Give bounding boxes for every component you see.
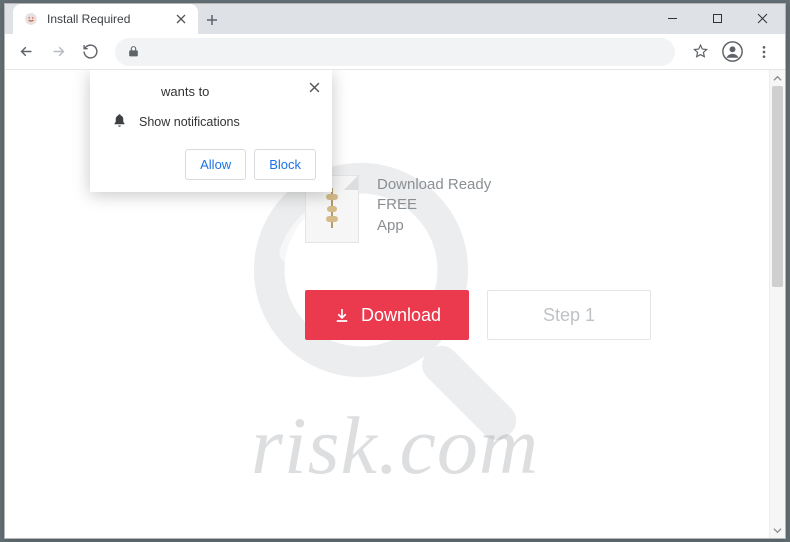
- window-controls: [650, 4, 785, 32]
- bell-icon: [112, 113, 127, 131]
- popup-actions: Allow Block: [106, 149, 316, 180]
- ready-line3: App: [377, 216, 491, 236]
- tab-close-icon[interactable]: [174, 12, 188, 26]
- notification-permission-popup: wants to Show notifications Allow Block: [90, 70, 332, 192]
- tab-title: Install Required: [47, 12, 166, 26]
- popup-permission-row: Show notifications: [106, 113, 316, 131]
- reload-button[interactable]: [75, 37, 105, 67]
- watermark-text: risk.com: [251, 399, 539, 493]
- scroll-up-icon[interactable]: [770, 70, 785, 86]
- vertical-scrollbar[interactable]: [769, 70, 785, 538]
- scroll-track[interactable]: [770, 86, 785, 522]
- browser-tab-active[interactable]: Install Required: [13, 4, 198, 34]
- lock-icon: [125, 44, 141, 60]
- scroll-thumb[interactable]: [772, 86, 783, 287]
- permission-label: Show notifications: [139, 115, 240, 129]
- browser-window: Install Required: [4, 3, 786, 539]
- scroll-down-icon[interactable]: [770, 522, 785, 538]
- download-ready-text: Download Ready FREE App: [377, 175, 491, 236]
- ready-line2: FREE: [377, 195, 491, 215]
- tab-favicon: [23, 11, 39, 27]
- download-arrow-icon: [333, 306, 351, 324]
- browser-toolbar: [5, 34, 785, 70]
- block-button[interactable]: Block: [254, 149, 316, 180]
- download-button-label: Download: [361, 305, 441, 326]
- page-viewport: risk.com Download Ready FREE App Downloa…: [5, 70, 785, 538]
- address-bar[interactable]: [115, 38, 675, 66]
- window-close-button[interactable]: [740, 4, 785, 32]
- step-button-label: Step 1: [543, 305, 595, 326]
- allow-button[interactable]: Allow: [185, 149, 246, 180]
- step-1-button[interactable]: Step 1: [487, 290, 651, 340]
- back-button[interactable]: [11, 37, 41, 67]
- window-maximize-button[interactable]: [695, 4, 740, 32]
- kebab-menu-icon[interactable]: [749, 37, 779, 67]
- profile-avatar-icon[interactable]: [717, 37, 747, 67]
- ready-line1: Download Ready: [377, 175, 491, 195]
- download-button[interactable]: Download: [305, 290, 469, 340]
- bookmark-star-icon[interactable]: [685, 37, 715, 67]
- forward-button[interactable]: [43, 37, 73, 67]
- tab-strip: Install Required: [5, 4, 785, 34]
- new-tab-button[interactable]: [198, 6, 226, 34]
- window-minimize-button[interactable]: [650, 4, 695, 32]
- popup-title: wants to: [106, 84, 316, 99]
- button-row: Download Step 1: [5, 290, 785, 340]
